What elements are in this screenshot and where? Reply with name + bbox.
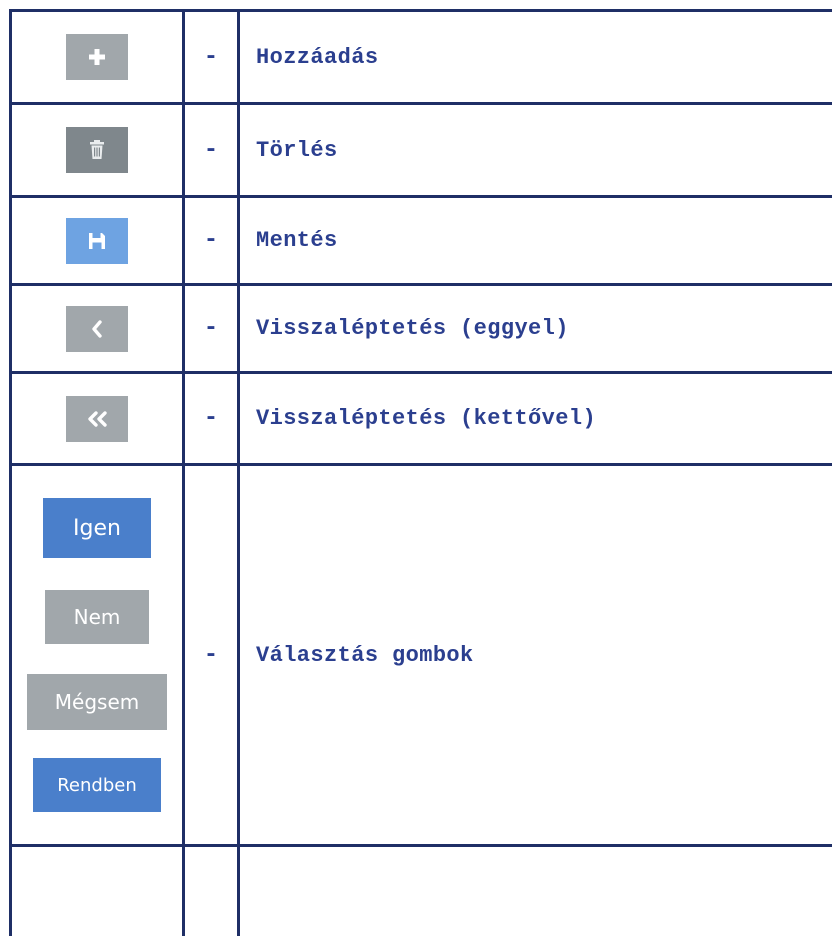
legend-table: - Hozzáadás - Törlés - Mentés - Visszalé…: [0, 0, 832, 936]
table-row: - Törlés: [0, 105, 832, 195]
dash: -: [203, 405, 219, 432]
delete-button[interactable]: [66, 127, 128, 173]
save-icon: [89, 232, 105, 249]
add-button[interactable]: [66, 34, 128, 80]
yes-button[interactable]: Igen: [43, 498, 151, 558]
dash: -: [203, 227, 219, 254]
dash: -: [203, 641, 219, 669]
table-row: - Visszaléptetés (kettővel): [0, 374, 832, 463]
no-button[interactable]: Nem: [45, 590, 149, 644]
dash: -: [203, 315, 219, 342]
row-label: Mentés: [256, 228, 338, 253]
trash-icon: [90, 140, 104, 159]
row-label: Törlés: [256, 137, 338, 163]
dash: -: [203, 43, 219, 71]
double-chevron-left-icon: [88, 410, 107, 427]
row-label: Választás gombok: [256, 642, 474, 668]
back-two-button[interactable]: [66, 395, 128, 442]
table-row: - Hozzáadás: [0, 12, 832, 102]
table-row: Igen Nem Mégsem Rendben - Választás gomb…: [0, 466, 832, 844]
table-row: - Visszaléptetés (eggyel): [0, 286, 832, 371]
row-label: Hozzáadás: [256, 44, 379, 70]
row-label: Visszaléptetés (eggyel): [256, 316, 569, 341]
chevron-left-icon: [92, 319, 102, 338]
save-button[interactable]: [66, 217, 128, 264]
table-row: - Mentés: [0, 198, 832, 283]
choice-buttons: Igen Nem Mégsem Rendben: [27, 498, 167, 812]
table-row: [0, 847, 832, 936]
plus-icon: [89, 49, 105, 65]
row-label: Visszaléptetés (kettővel): [256, 406, 597, 431]
cancel-button[interactable]: Mégsem: [27, 674, 167, 730]
back-one-button[interactable]: [66, 305, 128, 352]
ok-button[interactable]: Rendben: [33, 758, 161, 812]
dash: -: [203, 136, 219, 164]
